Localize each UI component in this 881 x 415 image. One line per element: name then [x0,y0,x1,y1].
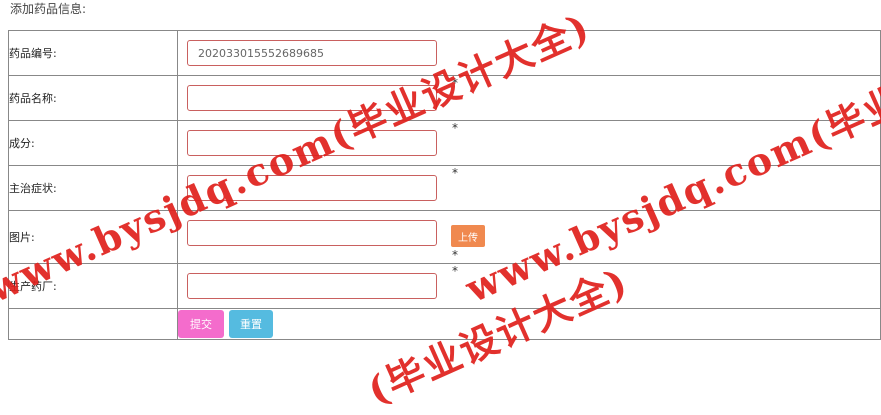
required-marker: * [452,76,458,90]
image-path-field[interactable] [187,220,437,246]
upload-button[interactable]: 上传 [451,225,485,247]
drug-name-label: 药品名称: [8,75,178,121]
drug-id-label: 药品编号: [8,30,178,76]
form-row-ingredients: 成分: * [8,120,881,166]
form-row-actions: 提交 重置 [8,308,881,340]
required-marker: * [452,121,458,135]
page-title: 添加药品信息: [10,2,87,16]
required-marker: * [452,264,458,278]
form-row-manufacturer: 生产药厂: * [8,263,881,309]
image-label: 图片: [8,210,178,264]
drug-id-field[interactable] [187,40,437,66]
indications-label: 主治症状: [8,165,178,211]
ingredients-field[interactable] [187,130,437,156]
form-row-drug-id: 药品编号: [8,30,881,76]
drug-form-table: 药品编号: 药品名称: * 成分: * 主治症状: * 图片: 上传 * [8,30,881,340]
drug-name-field[interactable] [187,85,437,111]
ingredients-label: 成分: [8,120,178,166]
form-row-image: 图片: 上传 * [8,210,881,264]
submit-button[interactable]: 提交 [178,310,224,338]
form-row-drug-name: 药品名称: * [8,75,881,121]
manufacturer-label: 生产药厂: [8,263,178,309]
required-marker: * [452,166,458,180]
form-row-indications: 主治症状: * [8,165,881,211]
indications-field[interactable] [187,175,437,201]
reset-button[interactable]: 重置 [229,310,273,338]
manufacturer-field[interactable] [187,273,437,299]
required-marker: * [452,248,458,262]
